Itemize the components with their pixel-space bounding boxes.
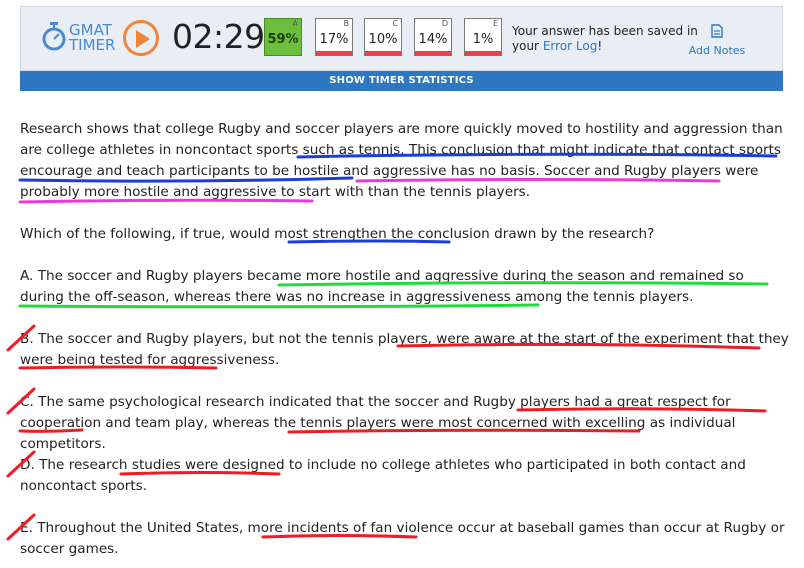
answer-stat-bar [365, 51, 401, 55]
show-timer-statistics-button[interactable]: SHOW TIMER STATISTICS [20, 71, 783, 91]
add-notes-button[interactable]: Add Notes [686, 23, 748, 57]
answer-stat-bar [415, 51, 451, 55]
saved-text-your: your [512, 39, 539, 53]
option-letter: D. [20, 457, 35, 473]
saved-text: Your answer has been saved in [512, 24, 698, 38]
option-letter: B. [20, 331, 34, 347]
passage: Research shows that college Rugby and so… [20, 119, 790, 203]
answer-stat-percent: 17% [319, 32, 349, 47]
play-icon [136, 30, 150, 48]
timer-panel: GMAT TIMER 02:29 A 59% B 17% C 10% D 14% E 1% You… [20, 6, 783, 71]
stopwatch-icon [42, 22, 66, 51]
option-letter: C. [20, 394, 34, 410]
option-text: The same psychological research indicate… [20, 394, 736, 452]
option-c[interactable]: C. The same psychological research indic… [20, 392, 790, 455]
option-text: The soccer and Rugby players, but not th… [20, 331, 789, 368]
answer-stat-letter: C [392, 19, 398, 28]
option-text: Throughout the United States, more incid… [20, 520, 785, 557]
error-log-link[interactable]: Error Log [543, 39, 598, 53]
saved-message: Your answer has been saved in your Error… [512, 24, 698, 54]
gmat-timer-logo: GMAT TIMER [41, 21, 131, 61]
answer-stat-bar [465, 51, 501, 55]
answer-stat-d: D 14% [414, 18, 452, 56]
saved-text-end: ! [597, 39, 603, 53]
option-text: The research studies were designed to in… [20, 457, 746, 494]
timer-clock: 02:29 [172, 17, 265, 56]
logo-line-timer: TIMER [69, 36, 116, 54]
add-notes-label: Add Notes [688, 44, 746, 57]
answer-stat-e: E 1% [464, 18, 502, 56]
answer-stat-b: B 17% [315, 18, 353, 56]
option-text: The soccer and Rugby players became more… [20, 268, 744, 305]
answer-stat-percent: 14% [418, 32, 448, 47]
answer-stat-letter: D [441, 19, 448, 28]
answer-stat-letter: E [492, 19, 498, 28]
option-letter: E. [20, 520, 33, 536]
note-icon [711, 24, 723, 38]
answer-stat-a: A 59% [264, 18, 302, 56]
answer-stat-c: C 10% [364, 18, 402, 56]
answer-stat-percent: 59% [267, 32, 299, 47]
answer-stat-percent: 1% [472, 32, 494, 47]
option-letter: A. [20, 268, 34, 284]
answer-stat-bar [316, 51, 352, 55]
answer-stat-letter: B [343, 19, 350, 28]
answer-stat-percent: 10% [368, 32, 398, 47]
question-stem: Which of the following, if true, would m… [20, 226, 655, 242]
option-e[interactable]: E. Throughout the United States, more in… [20, 518, 790, 560]
option-b[interactable]: B. The soccer and Rugby players, but not… [20, 329, 790, 371]
play-button[interactable] [123, 20, 159, 56]
answer-stat-letter: A [292, 19, 298, 28]
option-d[interactable]: D. The research studies were designed to… [20, 455, 790, 497]
option-a[interactable]: A. The soccer and Rugby players became m… [20, 266, 790, 308]
logo-text: GMAT TIMER [69, 23, 115, 53]
gmat-timer-widget: GMAT TIMER 02:29 A 59% B 17% C 10% D 14% E 1% You… [20, 6, 783, 91]
